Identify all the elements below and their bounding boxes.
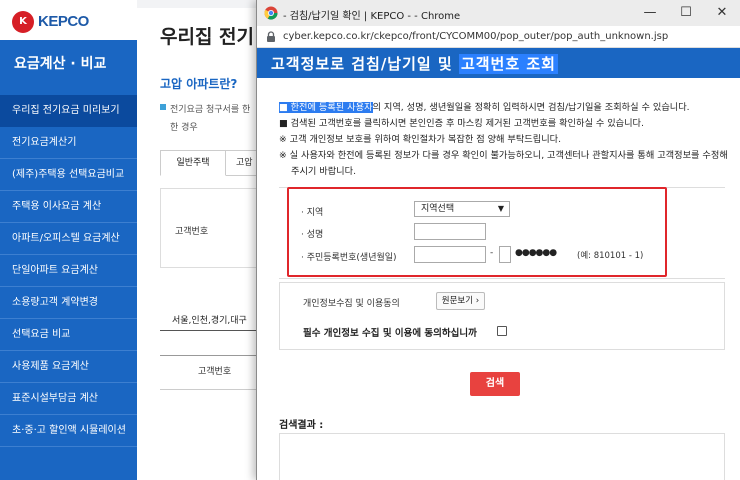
address-bar[interactable]: cyber.kepco.co.kr/ckepco/front/CYCOMM00/… (257, 26, 740, 48)
header-title-highlight: 고객번호 조회 (458, 54, 558, 74)
sidebar-menu: 우리집 전기요금 미리보기 전기요금계산기 (제주)주택용 선택요금비교 주택용… (0, 95, 137, 447)
notice-line-4: ※ 실 사용자와 한전에 등록된 정보가 다를 경우 확인이 불가능하오니, 고… (279, 150, 728, 177)
customer-number-label: 고객번호 (175, 227, 209, 237)
tab-general-house[interactable]: 일반주택 (160, 150, 226, 176)
notice-line-1-rest: 의 지역, 성명, 생년월일을 정확히 입력하시면 검침/납기일을 조회하실 수… (372, 102, 690, 113)
notice-highlight-text: 한전에 등록된 사용자 (290, 102, 373, 113)
popup-header: 고객정보로 검침/납기일 및 고객번호 조회 (257, 48, 740, 78)
notice-block: ■ 한전에 등록된 사용자의 지역, 성명, 생년월일을 정확히 입력하시면 검… (279, 100, 735, 180)
sidebar-item-facility-charge[interactable]: 표준시설부담금 계산 (0, 383, 137, 415)
background-form-box: 고객번호 (160, 188, 262, 268)
result-label: 검색결과 : (279, 420, 324, 431)
sidebar-item-school-discount[interactable]: 초·중·고 할인액 시뮬레이션 (0, 415, 137, 447)
tab-row: 일반주택 고압 (160, 150, 262, 176)
consent-checkbox[interactable] (497, 326, 507, 336)
sidebar-item-product-calc[interactable]: 사용제품 요금계산 (0, 351, 137, 383)
popup-header-title: 고객정보로 검침/납기일 및 고객번호 조회 (271, 53, 558, 74)
table-header: 고객번호 (160, 355, 262, 390)
popup-window: - 검침/납기일 확인 | KEPCO - - Chrome — ☐ ✕ cyb… (256, 0, 740, 480)
view-original-button[interactable]: 원문보기 › (436, 292, 485, 310)
sidebar-item-moving-calc[interactable]: 주택용 이사요금 계산 (0, 191, 137, 223)
notice-highlight: ■ 한전에 등록된 사용자 (279, 102, 373, 113)
description-text: 전기요금 청구서를 한 한 경우 (170, 105, 251, 133)
minimize-button[interactable]: — (637, 3, 663, 23)
annotation-highlight-box (287, 187, 667, 277)
notice-line-2: ■ 검색된 고객번호를 클릭하시면 본인인증 후 마스킹 제거된 고객번호를 확… (279, 118, 644, 129)
sidebar-item-jeju-compare[interactable]: (제주)주택용 선택요금비교 (0, 159, 137, 191)
page-title: 우리집 전기 (160, 26, 255, 48)
sidebar-item-home-bill-preview[interactable]: 우리집 전기요금 미리보기 (0, 95, 137, 127)
sidebar-title: 요금계산 · 비교 (14, 56, 107, 72)
sidebar-item-single-apartment[interactable]: 단일아파트 요금계산 (0, 255, 137, 287)
chrome-icon (264, 6, 278, 20)
sidebar-item-rate-compare[interactable]: 선택요금 비교 (0, 319, 137, 351)
notice-line-1: ■ 한전에 등록된 사용자의 지역, 성명, 생년월일을 정확히 입력하시면 검… (279, 100, 735, 116)
close-button[interactable]: ✕ (709, 3, 735, 23)
sidebar-item-small-capacity[interactable]: 소용량고객 계약변경 (0, 287, 137, 319)
sub-heading[interactable]: 고압 아파트란? (160, 75, 237, 92)
maximize-button[interactable]: ☐ (673, 3, 699, 23)
search-button[interactable]: 검색 (470, 372, 520, 396)
region-tab-label[interactable]: 서울,인천,경기,대구 (172, 313, 247, 326)
logo-mark-icon: K (12, 11, 34, 33)
consent-question: 필수 개인정보 수집 및 이용에 동의하십니까 (303, 328, 477, 339)
consent-label: 개인정보수집 및 이용동의 (303, 299, 400, 309)
header-title-prefix: 고객정보로 검침/납기일 및 (271, 55, 459, 73)
divider (160, 330, 262, 331)
lock-icon (267, 31, 275, 42)
notice-line-3: ※ 고객 개인정보 보호를 위하여 확인절차가 복잡한 점 양해 부탁드립니다. (279, 134, 562, 145)
consent-section: 개인정보수집 및 이용동의 원문보기 › 필수 개인정보 수집 및 이용에 동의… (279, 282, 725, 350)
bullet-icon (160, 104, 166, 110)
result-box (279, 433, 725, 480)
sidebar-item-apartment-calc[interactable]: 아파트/오피스텔 요금계산 (0, 223, 137, 255)
logo-text: KEPCO (38, 13, 89, 30)
window-titlebar[interactable]: - 검침/납기일 확인 | KEPCO - - Chrome — ☐ ✕ (257, 0, 740, 26)
url-text: cyber.kepco.co.kr/ckepco/front/CYCOMM00/… (283, 31, 669, 42)
sidebar: 요금계산 · 비교 우리집 전기요금 미리보기 전기요금계산기 (제주)주택용 … (0, 40, 137, 480)
sidebar-item-bill-calculator[interactable]: 전기요금계산기 (0, 127, 137, 159)
site-logo[interactable]: K KEPCO (0, 0, 137, 40)
window-title: - 검침/납기일 확인 | KEPCO - - Chrome (283, 11, 461, 22)
